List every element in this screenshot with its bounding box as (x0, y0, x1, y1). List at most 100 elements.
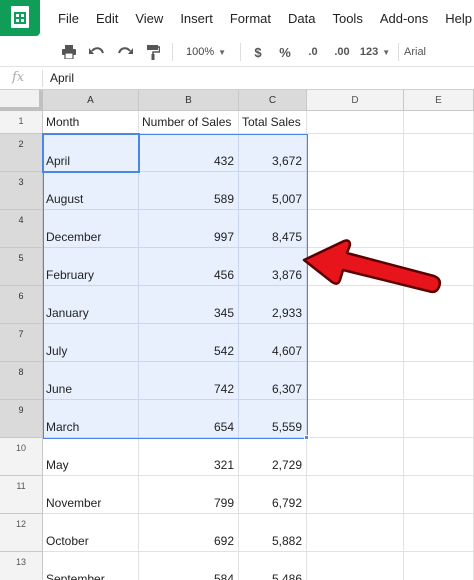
cell-c2[interactable]: 3,672 (239, 134, 307, 172)
cell-b11[interactable]: 799 (139, 476, 239, 514)
cell-e13[interactable] (404, 552, 474, 580)
cell-e10[interactable] (404, 438, 474, 476)
cell-a2[interactable]: April (43, 134, 139, 172)
cell-b8[interactable]: 742 (139, 362, 239, 400)
column-header-c[interactable]: C (239, 90, 307, 111)
menu-insert[interactable]: Insert (180, 11, 213, 26)
cell-d13[interactable] (307, 552, 404, 580)
cell-e1[interactable] (404, 111, 474, 134)
menu-view[interactable]: View (135, 11, 163, 26)
cell-c12[interactable]: 5,882 (239, 514, 307, 552)
row-header-1[interactable]: 1 (0, 111, 43, 134)
cell-d12[interactable] (307, 514, 404, 552)
cell-d8[interactable] (307, 362, 404, 400)
formula-input[interactable]: April (50, 71, 74, 85)
cell-a7[interactable]: July (43, 324, 139, 362)
cell-a8[interactable]: June (43, 362, 139, 400)
cell-b2[interactable]: 432 (139, 134, 239, 172)
cell-b7[interactable]: 542 (139, 324, 239, 362)
row-header-4[interactable]: 4 (0, 210, 43, 248)
sheets-logo-icon[interactable] (0, 0, 40, 36)
cell-c9[interactable]: 5,559 (239, 400, 307, 438)
cell-d2[interactable] (307, 134, 404, 172)
fill-handle[interactable] (304, 435, 309, 440)
redo-icon[interactable] (114, 41, 136, 63)
cell-e12[interactable] (404, 514, 474, 552)
decrease-decimal-button[interactable]: .0 (302, 41, 324, 63)
cell-e11[interactable] (404, 476, 474, 514)
cell-c7[interactable]: 4,607 (239, 324, 307, 362)
row-header-10[interactable]: 10 (0, 438, 43, 476)
font-family-select[interactable]: Arial (404, 41, 444, 63)
menu-tools[interactable]: Tools (332, 11, 362, 26)
cell-d5[interactable] (307, 248, 404, 286)
cell-a10[interactable]: May (43, 438, 139, 476)
cell-a11[interactable]: November (43, 476, 139, 514)
row-header-7[interactable]: 7 (0, 324, 43, 362)
cell-d9[interactable] (307, 400, 404, 438)
menu-data[interactable]: Data (288, 11, 315, 26)
column-header-a[interactable]: A (43, 90, 139, 111)
cell-d3[interactable] (307, 172, 404, 210)
cell-d7[interactable] (307, 324, 404, 362)
cell-e8[interactable] (404, 362, 474, 400)
cell-a9[interactable]: March (43, 400, 139, 438)
cell-e7[interactable] (404, 324, 474, 362)
cell-d4[interactable] (307, 210, 404, 248)
cell-e5[interactable] (404, 248, 474, 286)
undo-icon[interactable] (86, 41, 108, 63)
cell-b5[interactable]: 456 (139, 248, 239, 286)
row-header-13[interactable]: 13 (0, 552, 43, 580)
cell-a12[interactable]: October (43, 514, 139, 552)
menu-file[interactable]: File (58, 11, 79, 26)
cell-c10[interactable]: 2,729 (239, 438, 307, 476)
increase-decimal-button[interactable]: .00 (330, 41, 354, 63)
cell-e6[interactable] (404, 286, 474, 324)
menu-help[interactable]: Help (445, 11, 472, 26)
cell-e2[interactable] (404, 134, 474, 172)
cell-b9[interactable]: 654 (139, 400, 239, 438)
cell-e9[interactable] (404, 400, 474, 438)
cell-a4[interactable]: December (43, 210, 139, 248)
cell-d10[interactable] (307, 438, 404, 476)
cell-c8[interactable]: 6,307 (239, 362, 307, 400)
format-percent-button[interactable]: % (275, 41, 295, 63)
cell-b10[interactable]: 321 (139, 438, 239, 476)
cell-a3[interactable]: August (43, 172, 139, 210)
more-formats-select[interactable]: 123 ▼ (358, 41, 392, 63)
cell-a5[interactable]: February (43, 248, 139, 286)
row-header-11[interactable]: 11 (0, 476, 43, 514)
cell-a6[interactable]: January (43, 286, 139, 324)
cell-c5[interactable]: 3,876 (239, 248, 307, 286)
cell-b12[interactable]: 692 (139, 514, 239, 552)
cell-b1[interactable]: Number of Sales (139, 111, 239, 134)
row-header-9[interactable]: 9 (0, 400, 43, 438)
menu-edit[interactable]: Edit (96, 11, 118, 26)
menu-format[interactable]: Format (230, 11, 271, 26)
cell-c13[interactable]: 5,486 (239, 552, 307, 580)
cell-a1[interactable]: Month (43, 111, 139, 134)
zoom-select[interactable]: 100% ▼ (180, 41, 232, 63)
cell-d11[interactable] (307, 476, 404, 514)
cell-b13[interactable]: 584 (139, 552, 239, 580)
cell-a13[interactable]: September (43, 552, 139, 580)
cell-d6[interactable] (307, 286, 404, 324)
row-header-6[interactable]: 6 (0, 286, 43, 324)
row-header-8[interactable]: 8 (0, 362, 43, 400)
cell-c4[interactable]: 8,475 (239, 210, 307, 248)
cell-c6[interactable]: 2,933 (239, 286, 307, 324)
row-header-2[interactable]: 2 (0, 134, 43, 172)
row-header-5[interactable]: 5 (0, 248, 43, 286)
cell-b3[interactable]: 589 (139, 172, 239, 210)
column-header-b[interactable]: B (139, 90, 239, 111)
row-header-3[interactable]: 3 (0, 172, 43, 210)
cell-b4[interactable]: 997 (139, 210, 239, 248)
format-currency-button[interactable]: $ (248, 41, 268, 63)
select-all-corner[interactable] (0, 90, 43, 111)
cell-d1[interactable] (307, 111, 404, 134)
row-header-12[interactable]: 12 (0, 514, 43, 552)
paint-format-icon[interactable] (142, 41, 164, 63)
cell-c3[interactable]: 5,007 (239, 172, 307, 210)
cell-e3[interactable] (404, 172, 474, 210)
cell-c11[interactable]: 6,792 (239, 476, 307, 514)
